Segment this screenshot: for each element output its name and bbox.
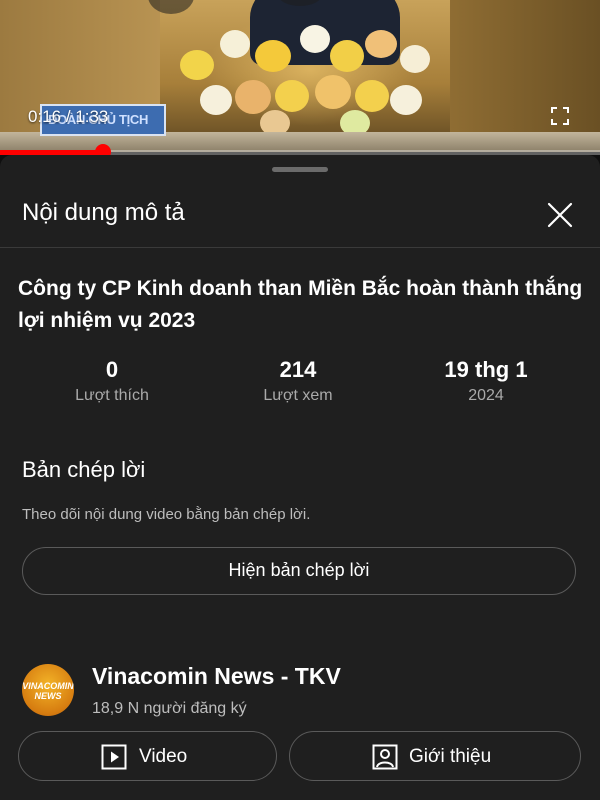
time-separator: /	[65, 107, 76, 126]
current-time: 0:16	[28, 107, 62, 126]
channel-about-label: Giới thiệu	[409, 746, 492, 767]
stat-date: 19 thg 1 2024	[396, 357, 576, 405]
avatar-text: VINACOMIN NEWS	[22, 681, 74, 701]
description-sheet: Nội dung mô tả Công ty CP Kinh doanh tha…	[0, 155, 600, 800]
transcript-title: Bản chép lời	[22, 457, 146, 482]
sheet-title: Nội dung mô tả	[22, 199, 185, 226]
stat-label: Lượt xem	[263, 387, 333, 404]
close-icon[interactable]	[544, 199, 576, 231]
stat-likes: 0 Lượt thích	[22, 357, 202, 405]
channel-avatar[interactable]: VINACOMIN NEWS	[22, 664, 74, 716]
video-title: Công ty CP Kinh doanh than Miền Bắc hoàn…	[18, 277, 583, 332]
fullscreen-icon[interactable]	[550, 106, 570, 126]
video-stats: 0 Lượt thích 214 Lượt xem 19 thg 1 2024	[0, 357, 600, 417]
channel-videos-label: Video	[139, 746, 188, 767]
drag-handle[interactable]	[272, 167, 328, 172]
divider	[0, 247, 600, 248]
stat-label: Lượt thích	[75, 387, 149, 404]
stat-label: 2024	[468, 387, 504, 404]
video-timecode: 0:16 / 1:33	[28, 107, 108, 127]
show-transcript-button[interactable]: Hiện bản chép lời	[22, 547, 576, 595]
channel-videos-button[interactable]: Video	[18, 731, 277, 781]
channel-name[interactable]: Vinacomin News - TKV	[92, 663, 341, 690]
video-player[interactable]: ĐOÀN CHỦ TỊCH 0:16 / 1:33	[0, 0, 600, 152]
stat-value: 214	[279, 357, 317, 382]
play-box-icon	[101, 744, 127, 770]
video-background-right	[450, 0, 600, 152]
stat-value: 19 thg 1	[444, 357, 528, 382]
avatar-text-line: NEWS	[34, 691, 62, 701]
channel-subscribers: 18,9 N người đăng ký	[92, 700, 247, 717]
duration: 1:33	[75, 107, 109, 126]
video-flower-arrangement	[160, 10, 460, 150]
stat-views: 214 Lượt xem	[208, 357, 388, 405]
person-box-icon	[372, 744, 398, 770]
transcript-description: Theo dõi nội dung video bằng bản chép lờ…	[22, 506, 311, 523]
avatar-text-line: VINACOMIN	[22, 681, 74, 691]
stat-value: 0	[105, 357, 119, 382]
channel-about-button[interactable]: Giới thiệu	[289, 731, 581, 781]
